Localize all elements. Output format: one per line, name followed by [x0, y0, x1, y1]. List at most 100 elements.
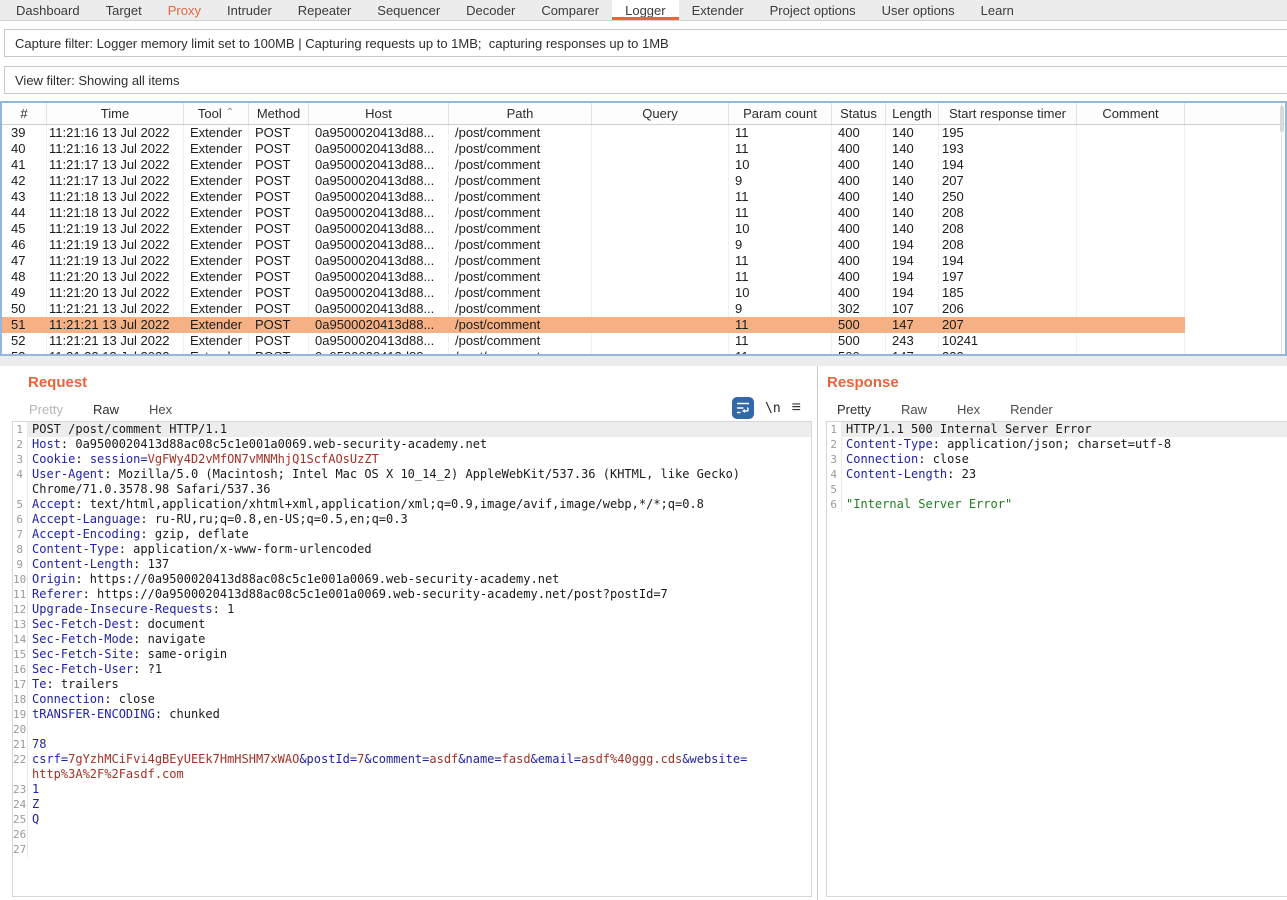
cell-time: 11:21:18 13 Jul 2022 — [47, 205, 184, 221]
menu-tab-sequencer[interactable]: Sequencer — [364, 0, 453, 20]
column-header-param-count[interactable]: Param count — [729, 103, 832, 124]
request-editor[interactable]: 1POST /post/comment HTTP/1.12Host: 0a950… — [12, 421, 812, 897]
cell-host: 0a9500020413d88... — [309, 317, 449, 333]
line-number: 5 — [13, 497, 28, 512]
table-row[interactable]: 5311:21:22 13 Jul 2022ExtenderPOST0a9500… — [2, 349, 1285, 356]
table-row[interactable]: 3911:21:16 13 Jul 2022ExtenderPOST0a9500… — [2, 125, 1285, 141]
table-row[interactable]: 4011:21:16 13 Jul 2022ExtenderPOST0a9500… — [2, 141, 1285, 157]
menu-tab-dashboard[interactable]: Dashboard — [3, 0, 93, 20]
column-header-host[interactable]: Host — [309, 103, 449, 124]
table-row[interactable]: 4711:21:19 13 Jul 2022ExtenderPOST0a9500… — [2, 253, 1285, 269]
menu-tab-user-options[interactable]: User options — [869, 0, 968, 20]
column-header-comment[interactable]: Comment — [1077, 103, 1185, 124]
word-wrap-toggle-icon[interactable] — [732, 397, 754, 419]
request-line: 5Accept: text/html,application/xhtml+xml… — [13, 497, 811, 512]
cell-comment — [1077, 333, 1185, 349]
cell-num: 50 — [2, 301, 47, 317]
column-header-path[interactable]: Path — [449, 103, 592, 124]
response-tab-pretty[interactable]: Pretty — [833, 400, 875, 419]
request-tab-pretty[interactable]: Pretty — [25, 400, 67, 419]
response-line: 3Connection: close — [827, 452, 1287, 467]
cell-params: 10 — [729, 221, 832, 237]
menu-tab-project-options[interactable]: Project options — [757, 0, 869, 20]
request-line: Chrome/71.0.3578.98 Safari/537.36 — [13, 482, 811, 497]
cell-num: 41 — [2, 157, 47, 173]
cell-method: POST — [249, 189, 309, 205]
menu-tab-comparer[interactable]: Comparer — [528, 0, 612, 20]
menu-tab-intruder[interactable]: Intruder — [214, 0, 285, 20]
cell-num: 39 — [2, 125, 47, 141]
line-text: Sec-Fetch-User: ?1 — [28, 662, 811, 677]
line-number: 14 — [13, 632, 28, 647]
table-row[interactable]: 4411:21:18 13 Jul 2022ExtenderPOST0a9500… — [2, 205, 1285, 221]
cell-scroll-strip — [1282, 205, 1287, 221]
cell-host: 0a9500020413d88... — [309, 237, 449, 253]
column-header-start-response-timer[interactable]: Start response timer — [939, 103, 1077, 124]
cell-method: POST — [249, 141, 309, 157]
capture-filter-bar[interactable]: Capture filter: Logger memory limit set … — [4, 29, 1287, 57]
cell-time: 11:21:19 13 Jul 2022 — [47, 253, 184, 269]
request-line: 2Host: 0a9500020413d88ac08c5c1e001a0069.… — [13, 437, 811, 452]
line-number: 8 — [13, 542, 28, 557]
horizontal-splitter[interactable] — [0, 356, 1287, 366]
menu-tab-logger[interactable]: Logger — [612, 0, 678, 20]
cell-length: 140 — [886, 141, 939, 157]
cell-method: POST — [249, 237, 309, 253]
cell-path: /post/comment — [449, 333, 592, 349]
table-vertical-scrollbar[interactable] — [1280, 106, 1284, 132]
cell-tool: Extender — [184, 221, 249, 237]
cell-timer: 250 — [939, 189, 1077, 205]
table-row[interactable]: 4811:21:20 13 Jul 2022ExtenderPOST0a9500… — [2, 269, 1285, 285]
table-row[interactable]: 5211:21:21 13 Jul 2022ExtenderPOST0a9500… — [2, 333, 1285, 349]
cell-timer: 194 — [939, 253, 1077, 269]
cell-host: 0a9500020413d88... — [309, 301, 449, 317]
table-row[interactable]: 5111:21:21 13 Jul 2022ExtenderPOST0a9500… — [2, 317, 1285, 333]
request-tab-hex[interactable]: Hex — [145, 400, 176, 419]
line-number: 9 — [13, 557, 28, 572]
column-header--[interactable]: # — [2, 103, 47, 124]
table-row[interactable]: 5011:21:21 13 Jul 2022ExtenderPOST0a9500… — [2, 301, 1285, 317]
cell-host: 0a9500020413d88... — [309, 189, 449, 205]
request-tab-raw[interactable]: Raw — [89, 400, 123, 419]
cell-method: POST — [249, 173, 309, 189]
menu-tab-extender[interactable]: Extender — [679, 0, 757, 20]
cell-path: /post/comment — [449, 285, 592, 301]
menu-tab-target[interactable]: Target — [93, 0, 155, 20]
menu-tab-proxy[interactable]: Proxy — [155, 0, 214, 20]
response-tab-hex[interactable]: Hex — [953, 400, 984, 419]
cell-tool: Extender — [184, 349, 249, 356]
table-row[interactable]: 4311:21:18 13 Jul 2022ExtenderPOST0a9500… — [2, 189, 1285, 205]
column-header-query[interactable]: Query — [592, 103, 729, 124]
menu-tab-repeater[interactable]: Repeater — [285, 0, 364, 20]
table-row[interactable]: 4111:21:17 13 Jul 2022ExtenderPOST0a9500… — [2, 157, 1285, 173]
line-number: 6 — [827, 497, 842, 512]
column-header-length[interactable]: Length — [886, 103, 939, 124]
response-tab-render[interactable]: Render — [1006, 400, 1057, 419]
cell-length: 194 — [886, 237, 939, 253]
line-text — [28, 722, 811, 737]
response-tab-raw[interactable]: Raw — [897, 400, 931, 419]
column-header-tool[interactable]: Tool⌃ — [184, 103, 249, 124]
request-tabs: Pretty Raw Hex — [25, 400, 198, 419]
logger-table-body: 3911:21:16 13 Jul 2022ExtenderPOST0a9500… — [2, 125, 1285, 356]
cell-query — [592, 189, 729, 205]
cell-length: 147 — [886, 349, 939, 356]
cell-filler — [1185, 173, 1282, 189]
cell-path: /post/comment — [449, 349, 592, 356]
table-row[interactable]: 4911:21:20 13 Jul 2022ExtenderPOST0a9500… — [2, 285, 1285, 301]
response-editor[interactable]: 1HTTP/1.1 500 Internal Server Error2Cont… — [826, 421, 1287, 897]
cell-timer: 206 — [939, 301, 1077, 317]
menu-tab-learn[interactable]: Learn — [968, 0, 1027, 20]
table-row[interactable]: 4611:21:19 13 Jul 2022ExtenderPOST0a9500… — [2, 237, 1285, 253]
menu-tab-decoder[interactable]: Decoder — [453, 0, 528, 20]
column-header-status[interactable]: Status — [832, 103, 886, 124]
view-filter-bar[interactable]: View filter: Showing all items — [4, 66, 1287, 94]
table-row[interactable]: 4511:21:19 13 Jul 2022ExtenderPOST0a9500… — [2, 221, 1285, 237]
show-newlines-icon[interactable]: \n — [765, 401, 781, 416]
table-row[interactable]: 4211:21:17 13 Jul 2022ExtenderPOST0a9500… — [2, 173, 1285, 189]
column-header-time[interactable]: Time — [47, 103, 184, 124]
editor-menu-icon[interactable]: ≡ — [792, 400, 801, 416]
main-menubar: DashboardTargetProxyIntruderRepeaterSequ… — [0, 0, 1287, 21]
cell-params: 9 — [729, 173, 832, 189]
column-header-method[interactable]: Method — [249, 103, 309, 124]
